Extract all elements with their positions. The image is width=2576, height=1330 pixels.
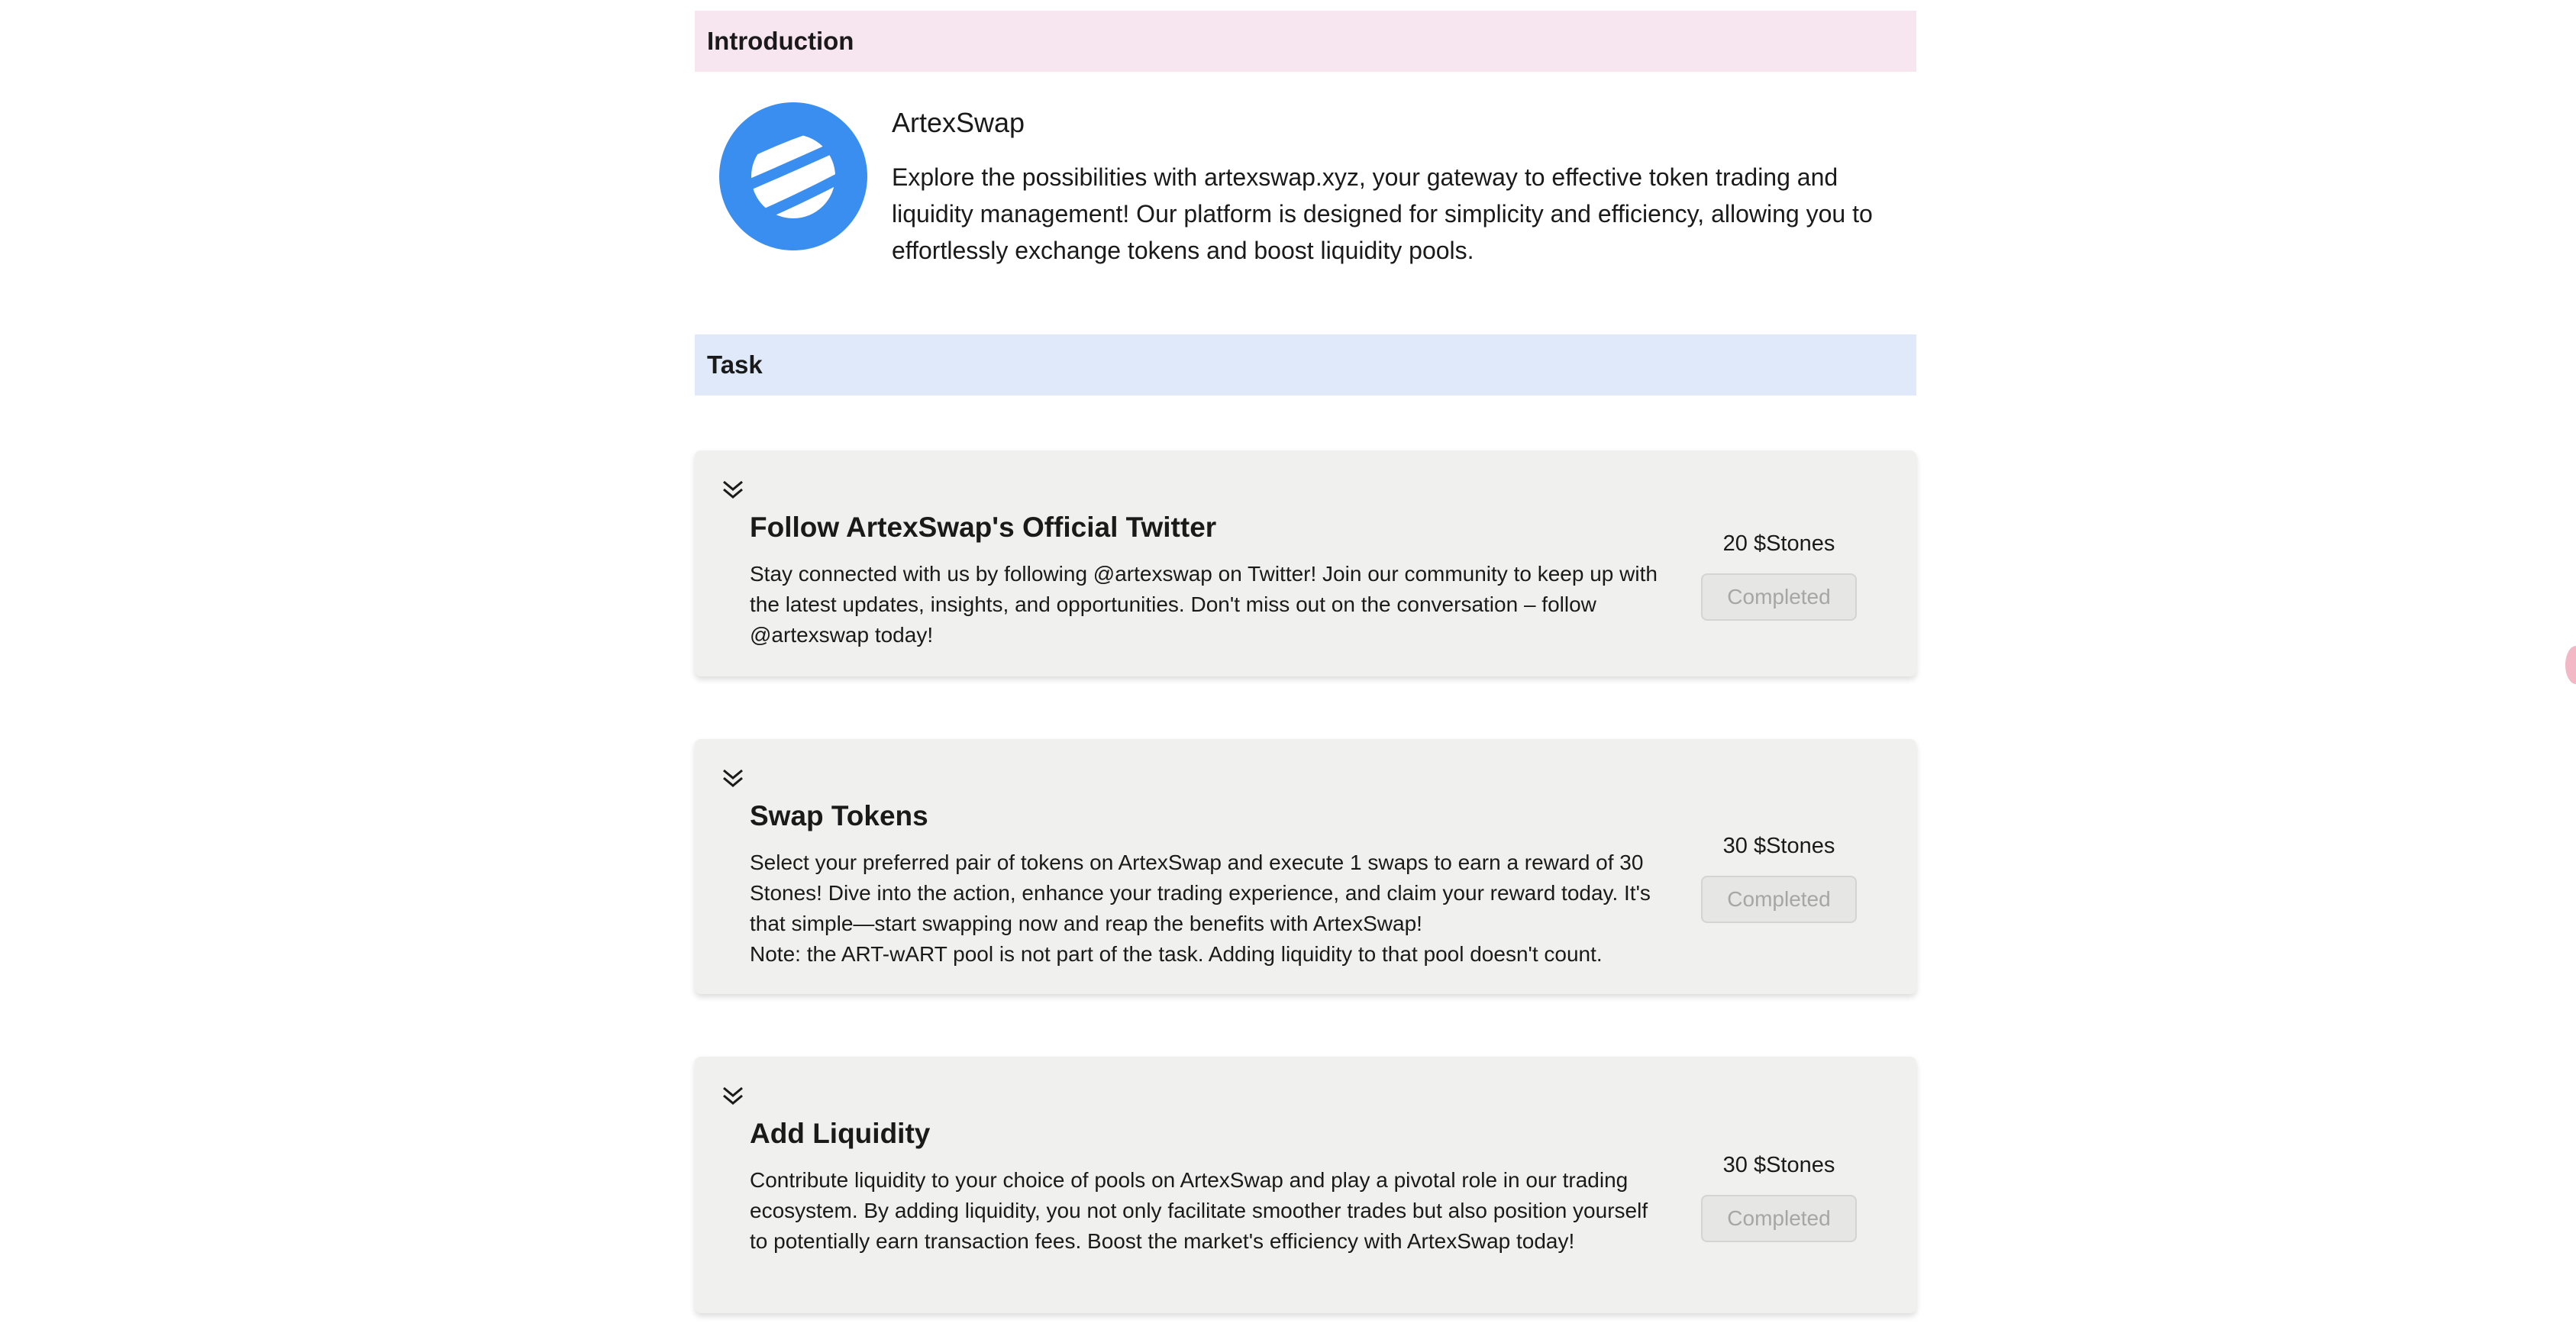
- task-reward-panel: 20 $Stones Completed: [1701, 531, 1857, 621]
- task-main: Follow ArtexSwap's Official Twitter Stay…: [750, 512, 1666, 650]
- task-list: Follow ArtexSwap's Official Twitter Stay…: [695, 450, 1916, 1313]
- introduction-title: ArtexSwap: [892, 107, 1025, 138]
- task-reward-panel: 30 $Stones Completed: [1701, 834, 1857, 923]
- introduction-header-label: Introduction: [707, 27, 854, 55]
- task-reward: 30 $Stones: [1722, 1153, 1835, 1177]
- task-card-add-liquidity: Add Liquidity Contribute liquidity to yo…: [695, 1057, 1916, 1313]
- task-title: Swap Tokens: [750, 800, 928, 831]
- task-description: Contribute liquidity to your choice of p…: [750, 1168, 1648, 1253]
- introduction-text: ArtexSwap Explore the possibilities with…: [892, 102, 1877, 334]
- task-header: Task: [695, 334, 1916, 395]
- introduction-description: Explore the possibilities with artexswap…: [892, 163, 1873, 264]
- double-chevron-down-icon[interactable]: [721, 767, 745, 791]
- completed-button[interactable]: Completed: [1701, 876, 1857, 923]
- introduction-body: ArtexSwap Explore the possibilities with…: [695, 72, 1916, 334]
- task-description: Select your preferred pair of tokens on …: [750, 851, 1651, 966]
- task-description: Stay connected with us by following @art…: [750, 562, 1658, 647]
- task-card-swap-tokens: Swap Tokens Select your preferred pair o…: [695, 739, 1916, 994]
- introduction-header: Introduction: [695, 11, 1916, 72]
- completed-button[interactable]: Completed: [1701, 573, 1857, 621]
- task-title: Add Liquidity: [750, 1118, 931, 1149]
- task-card-follow-twitter: Follow ArtexSwap's Official Twitter Stay…: [695, 450, 1916, 676]
- task-main: Swap Tokens Select your preferred pair o…: [750, 800, 1666, 970]
- double-chevron-down-icon[interactable]: [721, 1084, 745, 1109]
- task-main: Add Liquidity Contribute liquidity to yo…: [750, 1118, 1666, 1257]
- double-chevron-down-icon[interactable]: [721, 478, 745, 502]
- task-title: Follow ArtexSwap's Official Twitter: [750, 512, 1217, 543]
- page: Introduction ArtexSwap Explore the possi…: [0, 0, 2576, 1330]
- task-header-label: Task: [707, 350, 763, 379]
- completed-button[interactable]: Completed: [1701, 1195, 1857, 1242]
- task-reward: 20 $Stones: [1722, 531, 1835, 556]
- content: Introduction ArtexSwap Explore the possi…: [695, 11, 1916, 1330]
- floating-widget-edge[interactable]: [2565, 646, 2576, 684]
- task-reward-panel: 30 $Stones Completed: [1701, 1153, 1857, 1242]
- artexswap-logo-icon: [719, 102, 867, 250]
- task-reward: 30 $Stones: [1722, 834, 1835, 858]
